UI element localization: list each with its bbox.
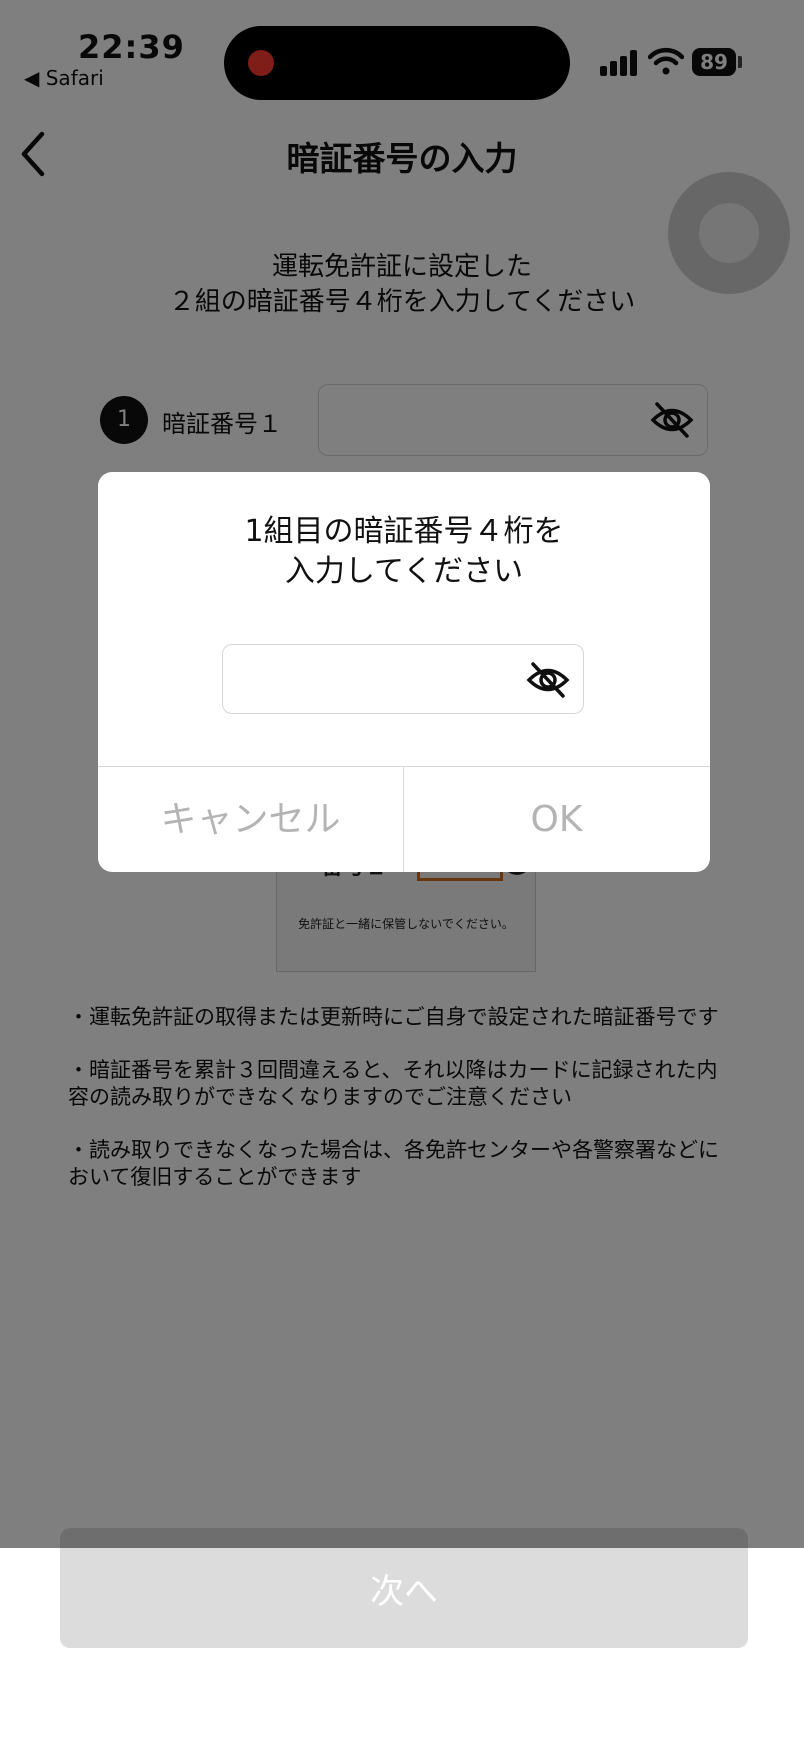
pin-dialog: 1組目の暗証番号４桁を 入力してください キャンセル OK xyxy=(98,472,710,872)
dialog-title: 1組目の暗証番号４桁を 入力してください xyxy=(98,512,710,592)
eye-slash-icon[interactable] xyxy=(525,659,571,701)
dialog-title-line-2: 入力してください xyxy=(284,554,524,589)
next-button[interactable]: 次へ xyxy=(60,1528,748,1648)
dialog-title-line-1: 1組目の暗証番号４桁を xyxy=(244,514,564,549)
ok-button[interactable]: OK xyxy=(404,767,709,872)
cancel-button[interactable]: キャンセル xyxy=(98,767,403,872)
dialog-pin-input[interactable] xyxy=(222,644,584,714)
screen: 22:39 ◀ Safari 89 暗証番号の入力 運転免許証に設定した ２組の… xyxy=(0,0,804,1746)
